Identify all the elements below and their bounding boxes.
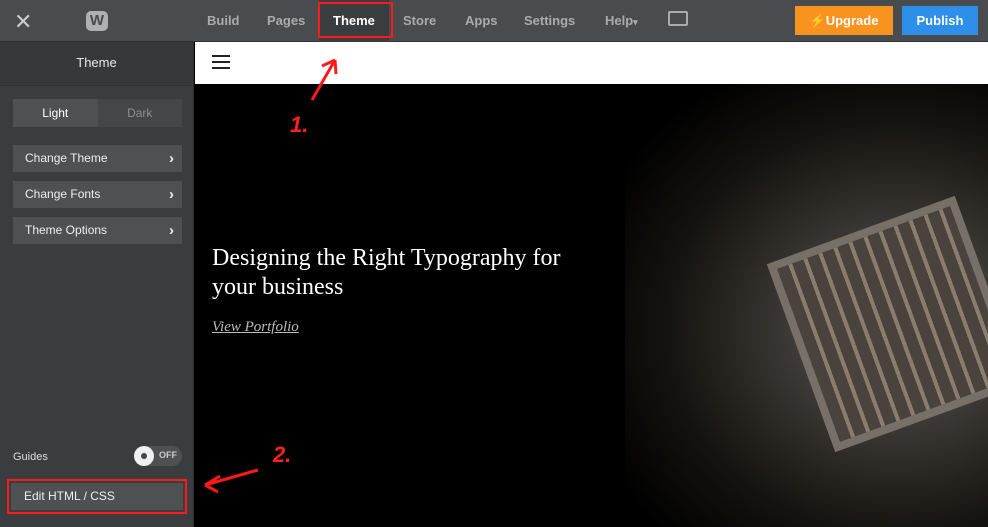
annotation-2: 2.	[273, 442, 292, 467]
arrow-1	[310, 58, 338, 101]
arrow-2	[204, 468, 259, 494]
annotation-1: 1.	[290, 112, 309, 137]
annotation-arrows	[204, 58, 338, 494]
